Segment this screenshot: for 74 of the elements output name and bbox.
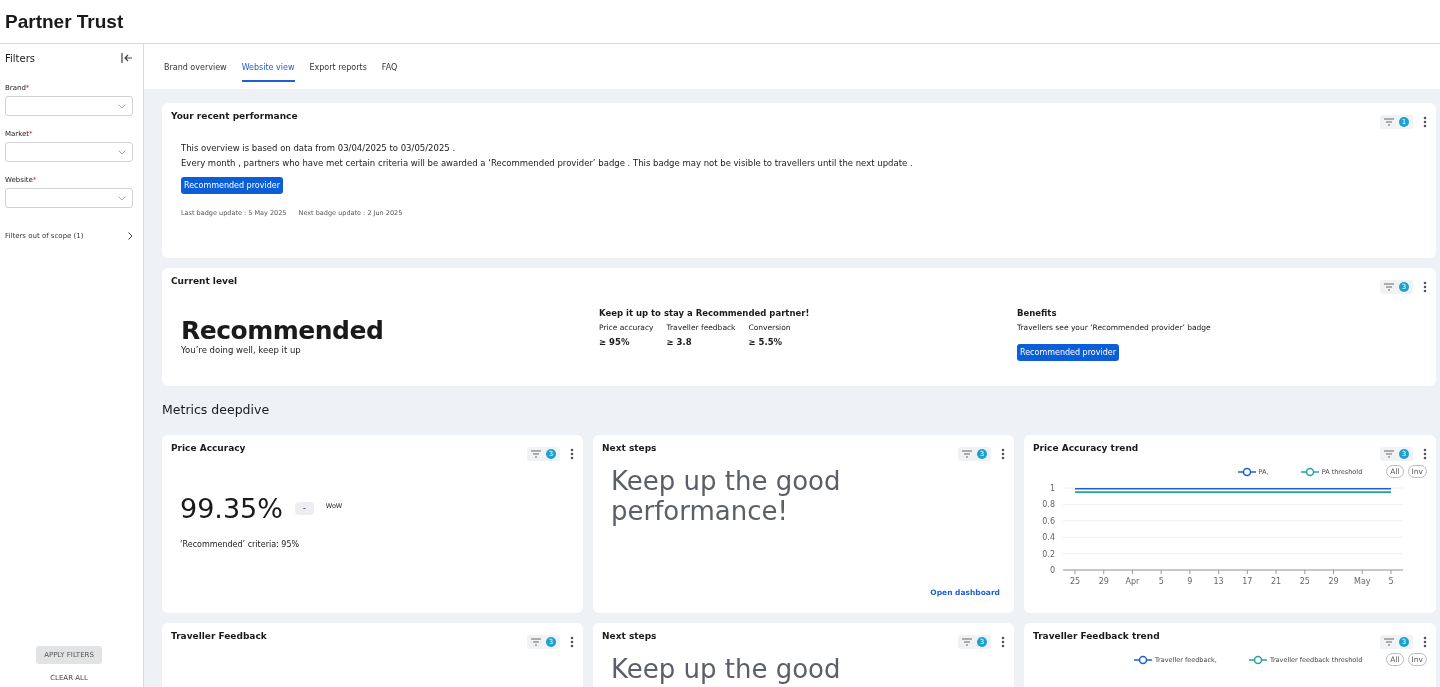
dropdown-field[interactable] <box>5 142 133 162</box>
x-tick-label: 17 <box>1242 577 1253 586</box>
section-heading: Metrics deepdive <box>162 402 271 417</box>
more-options-icon[interactable] <box>570 448 574 460</box>
x-tick-label: 29 <box>1328 577 1339 586</box>
criteria-heading: Keep it up to stay a Recommended partner! <box>599 308 811 318</box>
filter-icon <box>531 638 541 646</box>
criteria-value: ≥ 3.8 <box>666 337 693 347</box>
filter-icon <box>1384 638 1394 646</box>
card-title: Next steps <box>602 443 657 453</box>
x-tick-label: 5 <box>1158 577 1164 586</box>
filter-icon <box>962 638 972 646</box>
dropdown-field[interactable] <box>5 96 133 116</box>
more-options-icon[interactable] <box>1423 116 1427 128</box>
tab[interactable]: Export reports <box>309 51 367 82</box>
card-title: Your recent performance <box>171 111 298 121</box>
dropdown-field[interactable] <box>5 188 133 208</box>
filter-icon <box>1384 283 1394 291</box>
next-steps-message: Keep up the good <box>610 653 842 685</box>
card-title: Price Accuracy <box>171 443 246 453</box>
x-tick-label: 5 <box>1388 577 1394 586</box>
more-options-icon[interactable] <box>1423 636 1427 648</box>
overview-text: This overview is based on data from 03/04/2025 to 03/05/2025 . <box>181 143 457 153</box>
tab[interactable]: FAQ <box>381 51 398 82</box>
x-tick-label: 25 <box>1299 577 1310 586</box>
change-badge: - <box>294 502 314 515</box>
overview-text: Every month , partners who have met certain criteria will be awarded a ‘Recommended provider’ badge . This badge may not be visible to travellers until the next update . <box>181 158 914 168</box>
x-tick-label: 29 <box>1098 577 1109 586</box>
criteria-text: ‘Recommended’ criteria: 95% <box>179 539 301 549</box>
card-title: Traveller Feedback <box>171 631 267 641</box>
y-tick-label: 0.8 <box>1042 500 1055 510</box>
recommended-provider-badge: Recommended provider <box>181 177 283 194</box>
line-chart: 0 0.2 0.4 0.6 0.8 1 25 29 Apr 5 9 13 17 21 25 29 May 5 <box>1033 480 1403 590</box>
more-options-icon[interactable] <box>1423 281 1427 293</box>
recommended-provider-badge: Recommended provider <box>1017 344 1119 361</box>
card-title: Price Accuracy trend <box>1033 443 1139 453</box>
y-tick-label: 0.6 <box>1042 516 1055 526</box>
next-steps-message: Keep up the good performance! <box>610 465 842 527</box>
x-tick-label: 25 <box>1069 577 1081 586</box>
more-options-icon[interactable] <box>570 636 574 648</box>
filters-title: Filters <box>5 52 35 64</box>
criteria-value: ≥ 95% <box>599 337 631 347</box>
tab[interactable]: Website view <box>241 51 295 82</box>
x-tick-label: 13 <box>1213 577 1224 586</box>
level-subtitle: You’re doing well, keep it up <box>181 345 302 355</box>
card-title: Next steps <box>602 631 657 641</box>
filter-icon <box>531 450 541 458</box>
more-options-icon[interactable] <box>1423 448 1427 460</box>
chevron-right-icon <box>128 232 133 240</box>
collapse-icon[interactable] <box>121 53 133 63</box>
x-tick-label: May <box>1354 577 1371 586</box>
more-options-icon[interactable] <box>1001 448 1005 460</box>
x-tick-label: Apr <box>1125 577 1141 586</box>
x-tick-label: 21 <box>1271 577 1282 586</box>
x-tick-label: 9 <box>1187 577 1193 586</box>
chevron-down-icon <box>118 149 126 155</box>
level-name: Recommended <box>181 316 385 345</box>
filter-icon <box>1384 118 1394 126</box>
filter-icon <box>962 450 972 458</box>
benefits-heading: Benefits <box>1017 308 1058 318</box>
criteria-value: ≥ 5.5% <box>748 337 784 347</box>
y-tick-label: 0 <box>1049 566 1055 575</box>
filter-icon <box>1384 450 1394 458</box>
app-title: Partner Trust <box>5 10 124 33</box>
y-tick-label: 0.2 <box>1042 549 1055 559</box>
chevron-down-icon <box>118 103 126 109</box>
more-options-icon[interactable] <box>1001 636 1005 648</box>
card-title: Traveller Feedback trend <box>1033 631 1160 641</box>
y-tick-label: 0.4 <box>1042 533 1055 543</box>
tab[interactable]: Brand overview <box>164 51 227 82</box>
card-title: Current level <box>171 276 238 286</box>
chevron-down-icon <box>118 195 126 201</box>
metric-value: 99.35% <box>180 493 283 524</box>
y-tick-label: 1 <box>1049 484 1055 493</box>
